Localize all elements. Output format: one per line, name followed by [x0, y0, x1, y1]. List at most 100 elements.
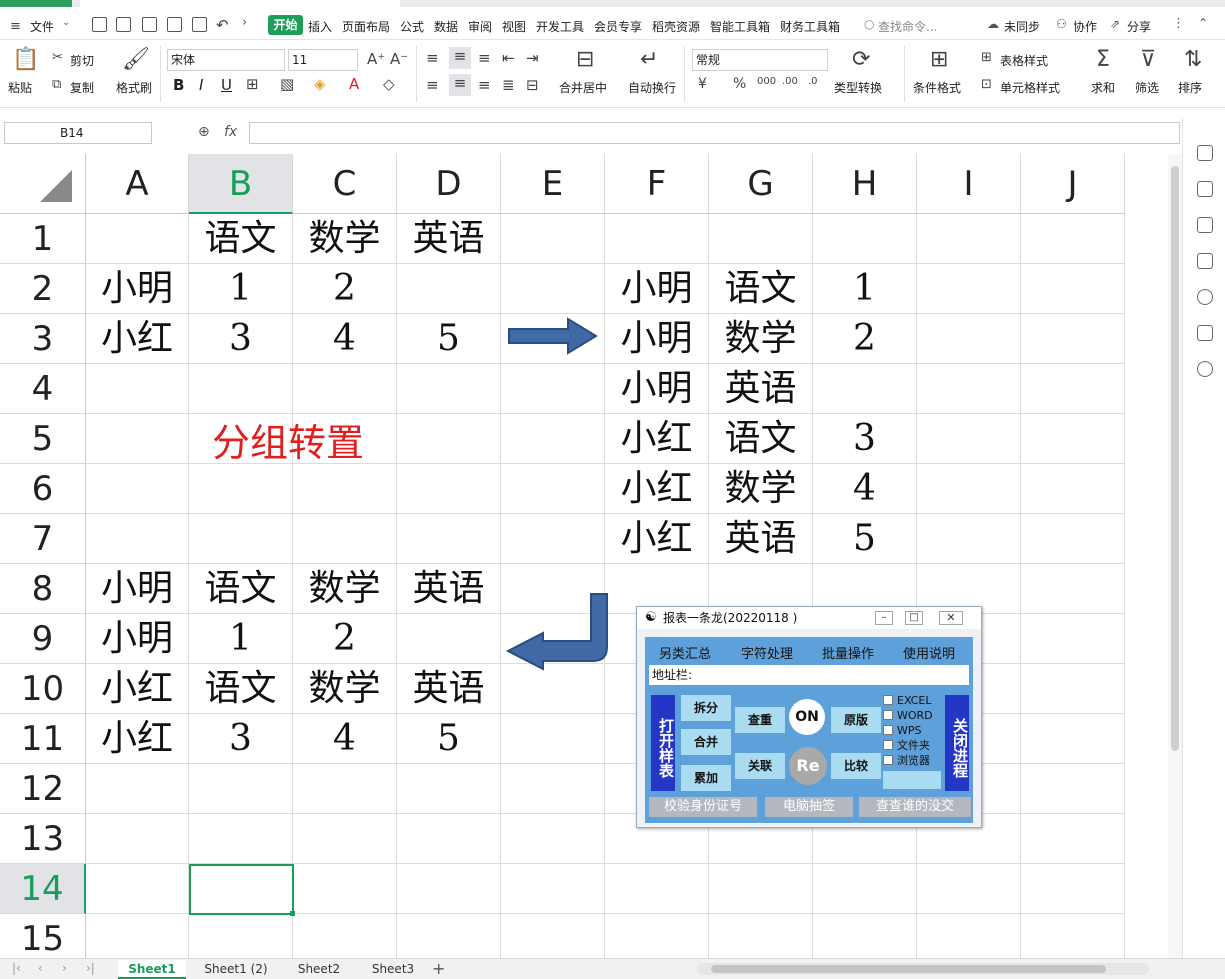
- cell-e12[interactable]: [501, 764, 605, 814]
- cell-e7[interactable]: [501, 514, 605, 564]
- underline-icon[interactable]: U: [221, 76, 232, 94]
- cell-h6[interactable]: 4: [813, 464, 917, 514]
- thousands-icon[interactable]: 000: [757, 76, 776, 87]
- cell-g2[interactable]: 语文: [709, 264, 813, 314]
- cell-f15[interactable]: [605, 914, 709, 958]
- cell-j14[interactable]: [1021, 864, 1125, 914]
- cell-h14[interactable]: [813, 864, 917, 914]
- cell-a8[interactable]: 小明: [86, 564, 189, 614]
- cell-b1[interactable]: 语文: [189, 214, 293, 264]
- cell-e13[interactable]: [501, 814, 605, 864]
- share-button[interactable]: 分享: [1127, 18, 1151, 35]
- distribute-icon[interactable]: ⊟: [526, 76, 539, 94]
- cell-a1[interactable]: [86, 214, 189, 264]
- conditional-format-button[interactable]: 条件格式: [913, 79, 961, 96]
- cell-b3[interactable]: 3: [189, 314, 293, 364]
- row-header-8[interactable]: 8: [0, 564, 86, 614]
- sum-button[interactable]: 求和: [1091, 79, 1115, 96]
- column-header-e[interactable]: E: [501, 154, 605, 214]
- decimal-decrease-icon[interactable]: .0: [808, 76, 818, 87]
- row-header-1[interactable]: 1: [0, 214, 86, 264]
- more-options-icon[interactable]: ⋮: [1172, 16, 1185, 31]
- fill-handle[interactable]: [290, 911, 295, 916]
- cell-b8[interactable]: 语文: [189, 564, 293, 614]
- computer-draw-button[interactable]: 电脑抽签: [765, 797, 853, 817]
- cell-c9[interactable]: 2: [293, 614, 397, 664]
- cell-e1[interactable]: [501, 214, 605, 264]
- cell-i6[interactable]: [917, 464, 1021, 514]
- cell-d10[interactable]: 英语: [397, 664, 501, 714]
- cell-a15[interactable]: [86, 914, 189, 958]
- wrap-text-button[interactable]: 自动换行: [628, 79, 676, 96]
- sheet-tab[interactable]: Sheet3: [360, 960, 426, 979]
- cell-g5[interactable]: 语文: [709, 414, 813, 464]
- bold-icon[interactable]: B: [173, 76, 184, 94]
- last-sheet-icon[interactable]: ›|: [86, 961, 95, 975]
- font-name-select[interactable]: 宋体: [167, 49, 285, 71]
- link-button[interactable]: 关联: [735, 753, 785, 779]
- cell-b12[interactable]: [189, 764, 293, 814]
- open-sample-button[interactable]: 打开样表: [651, 695, 675, 791]
- cell-e4[interactable]: [501, 364, 605, 414]
- open-file-icon[interactable]: [92, 17, 107, 32]
- conditional-format-icon[interactable]: ⊞: [930, 48, 948, 72]
- cell-h5[interactable]: 3: [813, 414, 917, 464]
- row-header-10[interactable]: 10: [0, 664, 86, 714]
- print-preview-icon[interactable]: [192, 17, 207, 32]
- paste-icon[interactable]: 📋: [12, 48, 39, 72]
- vertical-scrollbar[interactable]: [1168, 154, 1182, 958]
- cell-c15[interactable]: [293, 914, 397, 958]
- sheet-tab[interactable]: Sheet1: [118, 960, 186, 979]
- print-icon[interactable]: [167, 17, 182, 32]
- backup-icon[interactable]: [1197, 325, 1213, 341]
- font-color-icon[interactable]: A: [349, 75, 359, 93]
- cell-d2[interactable]: [397, 264, 501, 314]
- cell-c7[interactable]: [293, 514, 397, 564]
- menu-usage-help[interactable]: 使用说明: [903, 643, 955, 662]
- help-icon[interactable]: [1197, 289, 1213, 305]
- cell-i14[interactable]: [917, 864, 1021, 914]
- cell-a5[interactable]: [86, 414, 189, 464]
- filter-icon[interactable]: ⊽: [1140, 48, 1156, 72]
- split-button[interactable]: 拆分: [681, 695, 731, 721]
- cell-d15[interactable]: [397, 914, 501, 958]
- cell-b9[interactable]: 1: [189, 614, 293, 664]
- cell-a2[interactable]: 小明: [86, 264, 189, 314]
- cursor-icon[interactable]: [1197, 181, 1213, 197]
- column-header-i[interactable]: I: [917, 154, 1021, 214]
- collab-button[interactable]: 协作: [1073, 18, 1097, 35]
- save-icon[interactable]: [116, 17, 131, 32]
- cell-c3[interactable]: 4: [293, 314, 397, 364]
- column-header-b[interactable]: B: [189, 154, 293, 214]
- close-button[interactable]: ✕: [939, 611, 963, 625]
- vertical-scroll-thumb[interactable]: [1171, 166, 1179, 751]
- cell-style-button[interactable]: 单元格样式: [1000, 79, 1060, 96]
- column-header-d[interactable]: D: [397, 154, 501, 214]
- fx-label[interactable]: fx: [224, 124, 237, 140]
- row-header-3[interactable]: 3: [0, 314, 86, 364]
- cell-h1[interactable]: [813, 214, 917, 264]
- column-header-c[interactable]: C: [293, 154, 397, 214]
- cell-c6[interactable]: [293, 464, 397, 514]
- horizontal-scrollbar[interactable]: [697, 963, 1149, 975]
- close-process-button[interactable]: 关闭进程: [945, 695, 969, 791]
- cell-a7[interactable]: [86, 514, 189, 564]
- cell-f7[interactable]: 小红: [605, 514, 709, 564]
- cell-j8[interactable]: [1021, 564, 1125, 614]
- align-left-icon[interactable]: ≡: [426, 76, 439, 94]
- checkbox-word[interactable]: WORD: [883, 709, 933, 723]
- format-icon[interactable]: [1197, 253, 1213, 269]
- cell-e2[interactable]: [501, 264, 605, 314]
- tab-member[interactable]: 会员专享: [594, 18, 642, 35]
- cell-f1[interactable]: [605, 214, 709, 264]
- cell-g15[interactable]: [709, 914, 813, 958]
- undo-icon[interactable]: ↶: [216, 16, 229, 34]
- cell-selection[interactable]: [189, 864, 294, 915]
- cell-j1[interactable]: [1021, 214, 1125, 264]
- collapse-icon[interactable]: ⌃: [1198, 16, 1208, 30]
- cell-g7[interactable]: 英语: [709, 514, 813, 564]
- tab-start[interactable]: 开始: [268, 15, 303, 35]
- align-right-icon[interactable]: ≡: [478, 76, 491, 94]
- checkbox-folder[interactable]: 文件夹: [883, 739, 930, 753]
- cell-d7[interactable]: [397, 514, 501, 564]
